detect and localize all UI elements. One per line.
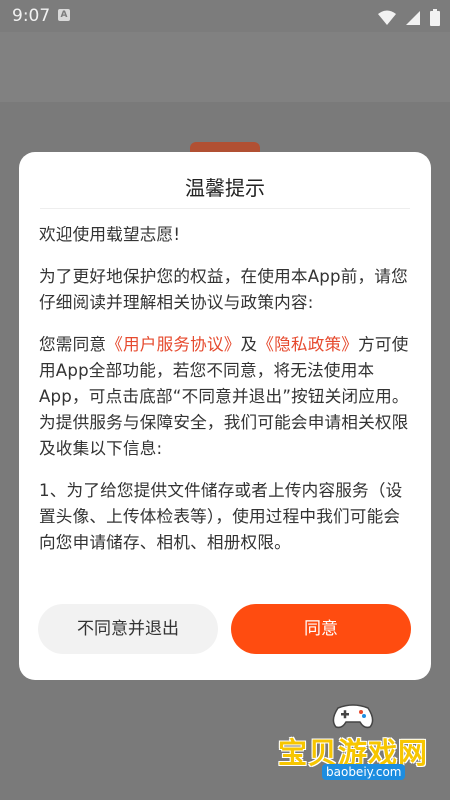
battery-icon [430,9,440,26]
watermark: 宝贝游戏网 baobeiy.com [268,700,448,790]
intro-paragraph: 为了更好地保护您的权益，在使用本App前，请您仔细阅读并理解相关协议与政策内容: [39,267,408,312]
permission-paragraph: 1、为了给您提供文件储存或者上传内容服务（设置头像、上传体检表等），使用过程中我… [39,481,403,552]
background-header [0,32,450,102]
a-notification-icon: A [58,9,70,21]
game-controller-icon [332,704,374,729]
status-icons [374,7,440,26]
status-time: 9:07 [12,6,51,26]
privacy-dialog: 温馨提示 欢迎使用载望志愿! 为了更好地保护您的权益，在使用本App前，请您仔细… [19,152,431,680]
user-agreement-link[interactable]: 《用户服务协议》 [106,335,240,354]
disagree-exit-button[interactable]: 不同意并退出 [38,604,218,654]
signal-icon [405,10,420,25]
watermark-url: baobeiy.com [322,764,406,780]
consent-paragraph: 您需同意《用户服务协议》及《隐私政策》方可使用App全部功能，若您不同意，将无法… [39,332,413,462]
status-bar: 9:07 A [0,0,450,32]
wifi-icon [377,10,396,25]
dialog-divider [40,208,410,209]
consent-prefix: 您需同意 [39,335,107,354]
dialog-body: 欢迎使用载望志愿! 为了更好地保护您的权益，在使用本App前，请您仔细阅读并理解… [39,222,413,572]
agree-button[interactable]: 同意 [231,604,411,654]
privacy-policy-link[interactable]: 《隐私政策》 [257,335,358,354]
dialog-title: 温馨提示 [185,176,265,200]
welcome-text: 欢迎使用载望志愿! [39,225,181,244]
consent-and: 及 [240,335,258,354]
